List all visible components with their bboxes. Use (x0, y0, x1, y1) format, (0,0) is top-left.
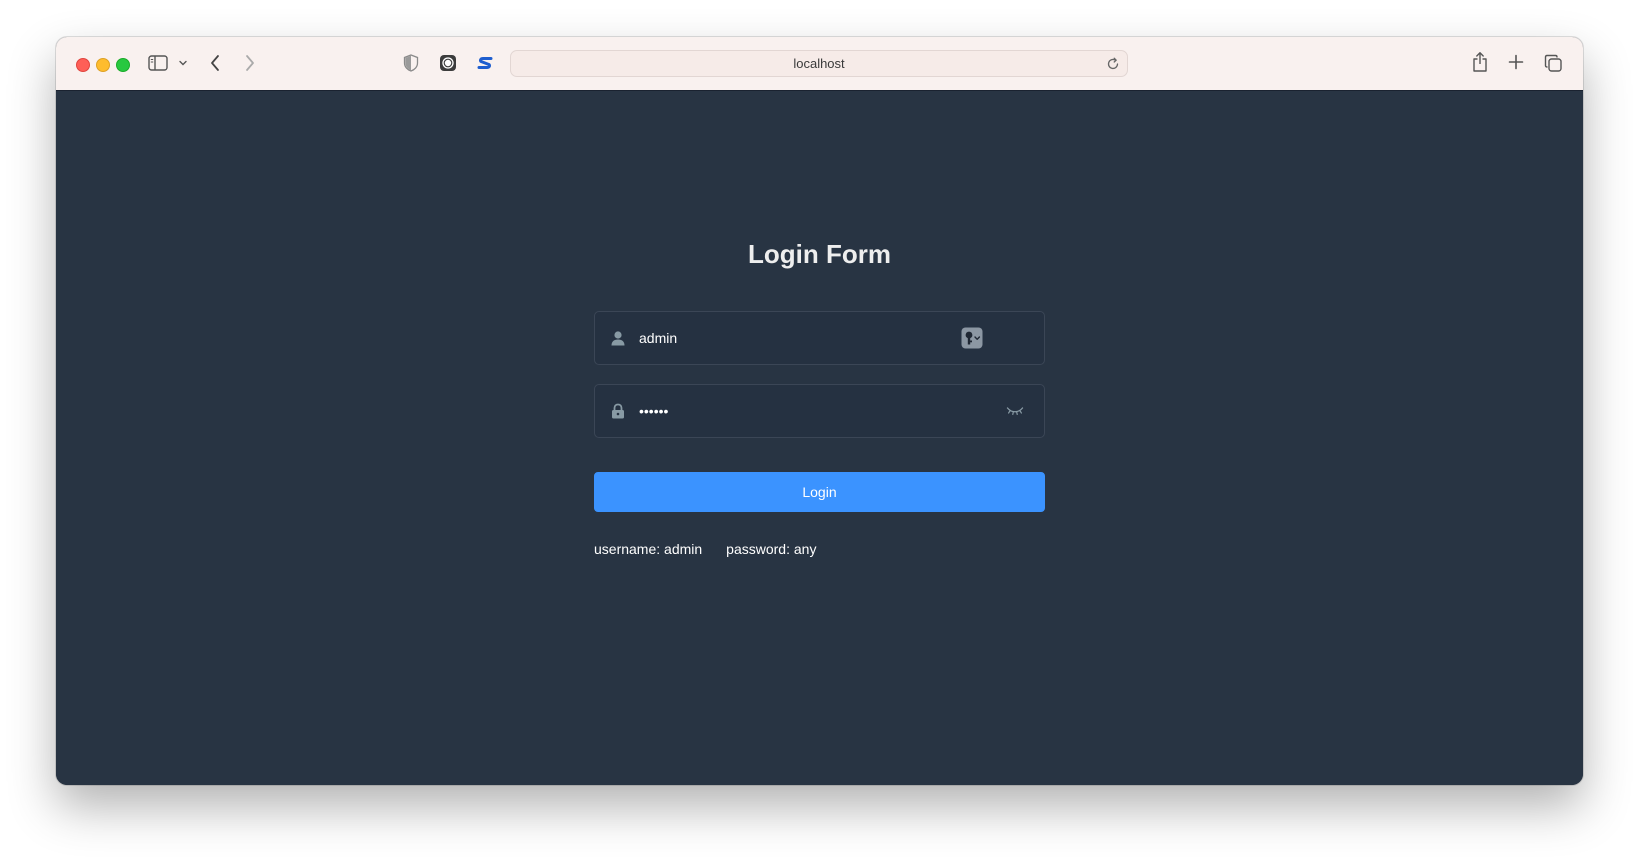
s-logo-icon[interactable] (474, 52, 496, 74)
reload-icon[interactable] (1105, 56, 1121, 72)
zoom-window-button[interactable] (116, 58, 130, 72)
key-icon[interactable] (960, 327, 984, 349)
username-input[interactable] (639, 322, 959, 354)
username-field[interactable] (594, 311, 1045, 365)
browser-toolbar: localhost (56, 37, 1583, 91)
credentials-tips: username: admin password: any (594, 541, 816, 557)
close-window-button[interactable] (76, 58, 90, 72)
shield-icon[interactable] (401, 52, 421, 74)
browser-window: localhost Login Form admin •••••• Login … (56, 37, 1583, 785)
tab-overview-icon[interactable] (1542, 52, 1564, 74)
user-icon (607, 327, 629, 349)
sidebar-icon[interactable] (147, 53, 169, 73)
lock-icon (607, 400, 629, 422)
chevron-left-icon[interactable] (206, 52, 224, 74)
share-icon[interactable] (1469, 50, 1491, 74)
chevron-right-icon[interactable] (241, 52, 259, 74)
address-bar[interactable]: localhost (510, 50, 1128, 77)
eye-closed-icon[interactable] (1004, 402, 1026, 420)
password-tip: password: any (726, 541, 817, 557)
plus-icon[interactable] (1506, 52, 1526, 72)
chevron-down-icon[interactable] (176, 56, 190, 70)
url-text: localhost (793, 56, 845, 71)
login-button[interactable]: Login (594, 472, 1045, 512)
password-input[interactable] (639, 395, 959, 427)
password-field[interactable] (594, 384, 1045, 438)
minimize-window-button[interactable] (96, 58, 110, 72)
page-content: Login Form Login username: admin passwor… (56, 91, 1583, 785)
record-icon[interactable] (437, 52, 459, 74)
page-title: Login Form (748, 239, 891, 269)
username-tip: username: admin (594, 541, 703, 557)
